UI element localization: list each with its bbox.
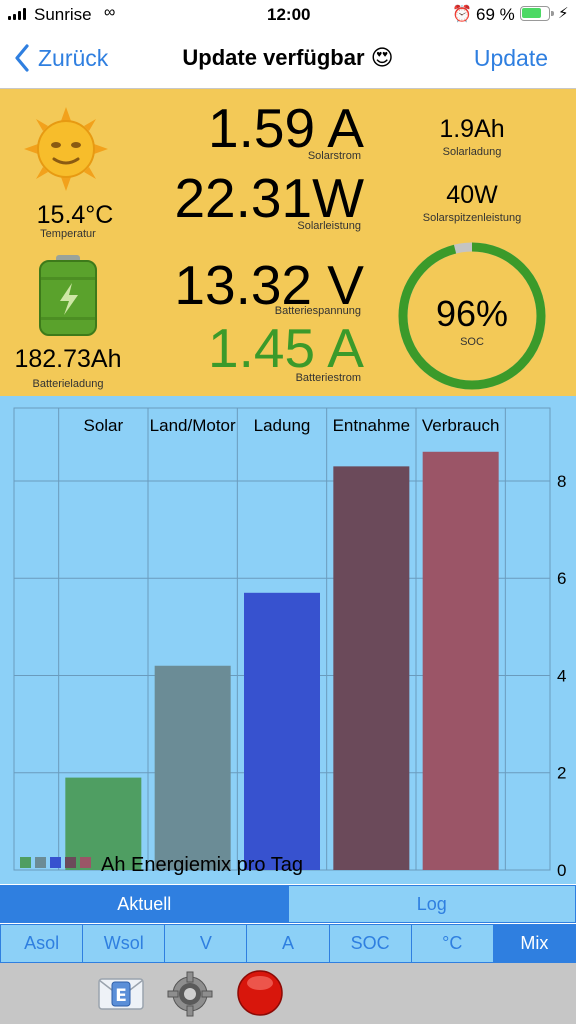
mode-wsol[interactable]: Wsol [83, 925, 166, 962]
settings-gear-icon[interactable] [167, 971, 213, 1017]
solar-current-value: 1.59 A [208, 97, 364, 159]
legend-swatch [35, 857, 46, 868]
alarm-icon: ⏰ [452, 6, 472, 23]
soc-value: 96% [435, 293, 509, 334]
battery-voltage-label: Batteriespannung [274, 305, 361, 317]
view-tabs: Aktuell Log [0, 885, 576, 923]
energy-mix-chart: 0 2 4 6 8 Solar Land/Motor Ladung Entnahme Verbra… [0, 396, 576, 884]
mode-mix[interactable]: Mix [493, 925, 575, 962]
solar-power-value: 22.31W [174, 167, 364, 229]
y-tick-label: 6 [557, 569, 566, 588]
category-label: Solar [83, 416, 123, 435]
mail-icon[interactable]: E [97, 975, 145, 1013]
y-tick-label: 2 [557, 764, 566, 783]
record-stop-icon[interactable] [236, 969, 284, 1017]
y-tick-label: 0 [557, 861, 566, 880]
battery-percent: 69 % [476, 5, 515, 24]
update-button[interactable]: Update [474, 45, 548, 72]
bar-entnahme [333, 466, 410, 870]
solar-peak-value: 40W [446, 181, 498, 209]
link-icon: ∞ [104, 4, 116, 21]
tab-aktuell[interactable]: Aktuell [1, 886, 289, 922]
bar-verbrauch [422, 451, 499, 870]
solar-power-label: Solarleistung [297, 220, 361, 232]
battery-current-label: Batteriestrom [295, 372, 361, 384]
legend-swatch [50, 857, 61, 868]
temperature-label: Temperatur [40, 228, 96, 240]
svg-text:E: E [115, 986, 127, 1006]
mode-v[interactable]: V [165, 925, 248, 962]
category-label: Verbrauch [422, 416, 500, 435]
soc-label: SOC [460, 336, 484, 348]
legend-label: Ah Energiemix pro Tag [101, 854, 303, 876]
status-bar: Sunrise ∞ 12:00 ⏰ 69 % ⚡ [0, 0, 576, 30]
info-panel: 15.4°C Temperatur 182.73Ah Batterieladun… [0, 89, 576, 396]
bar-landmotor [154, 665, 231, 870]
charging-icon: ⚡ [558, 5, 569, 22]
battery-icon [520, 6, 550, 21]
bottom-toolbar: E [0, 963, 576, 1024]
category-label: Land/Motor [150, 416, 236, 435]
battery-charge-label: Batterieladung [32, 378, 104, 390]
carrier-label: Sunrise [34, 5, 92, 24]
solar-current-label: Solarstrom [307, 150, 361, 162]
solar-charge-value: 1.9Ah [439, 115, 505, 143]
battery-current-value: 1.45 A [208, 317, 364, 379]
battery-charge-value: 182.73Ah [14, 345, 122, 373]
mode-selector: Asol Wsol V A SOC °C Mix [0, 924, 576, 963]
y-tick-label: 8 [557, 472, 566, 491]
clock: 12:00 [267, 5, 311, 24]
mode-asol[interactable]: Asol [1, 925, 84, 962]
y-tick-label: 4 [557, 666, 566, 685]
signal-icon [8, 8, 30, 20]
bar-ladung [244, 592, 320, 870]
tab-log[interactable]: Log [289, 886, 576, 922]
category-label: Ladung [254, 416, 311, 435]
mode-a[interactable]: A [247, 925, 330, 962]
navigation-bar: Zurück Update verfügbar 😍 Update [0, 30, 576, 89]
legend-swatch [20, 857, 31, 868]
solar-charge-label: Solarladung [442, 146, 502, 158]
temperature-value: 15.4°C [36, 201, 114, 229]
mode-celsius[interactable]: °C [412, 925, 494, 962]
category-label: Entnahme [333, 416, 411, 435]
mode-soc[interactable]: SOC [330, 925, 412, 962]
solar-peak-label: Solarspitzenleistung [422, 212, 522, 224]
legend-swatch [80, 857, 91, 868]
legend-swatch [65, 857, 76, 868]
bar-chart-svg: 0 2 4 6 8 Solar Land/Motor Ladung Entnahme Verbra… [13, 407, 566, 880]
battery-charge-icon [39, 255, 97, 336]
sun-icon [24, 107, 108, 191]
